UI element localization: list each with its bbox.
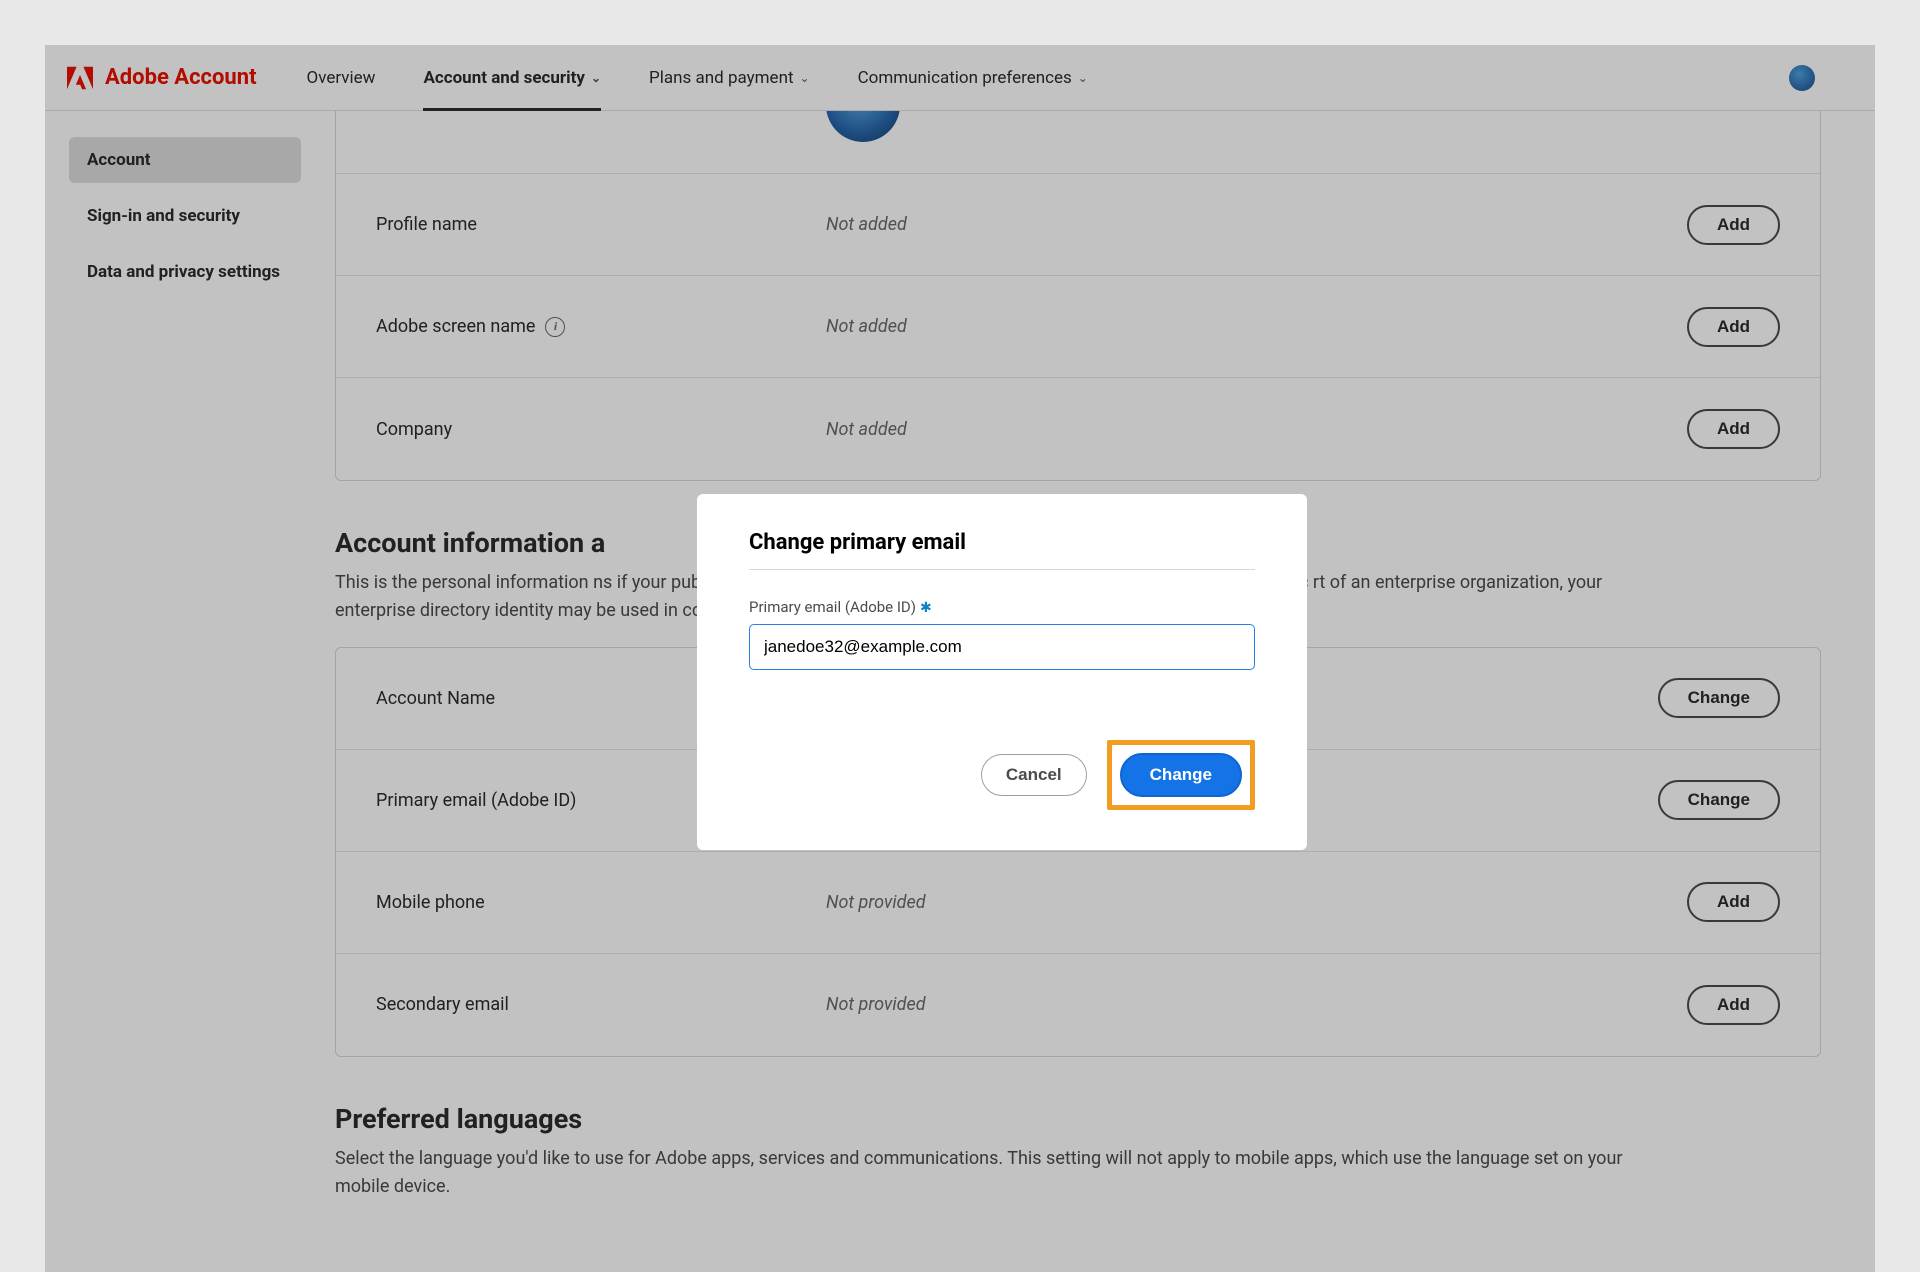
modal-actions: Cancel Change [749,740,1255,810]
app-frame: Adobe Account Overview Account and secur… [45,45,1875,1272]
cancel-button[interactable]: Cancel [981,754,1087,796]
primary-email-input[interactable] [749,624,1255,670]
change-button[interactable]: Change [1120,753,1242,797]
modal-title: Change primary email [749,530,1255,570]
required-asterisk-icon: ✱ [920,600,932,616]
change-email-modal: Change primary email Primary email (Adob… [697,494,1307,850]
modal-field-label: Primary email (Adobe ID)✱ [749,598,1255,616]
highlight-annotation: Change [1107,740,1255,810]
